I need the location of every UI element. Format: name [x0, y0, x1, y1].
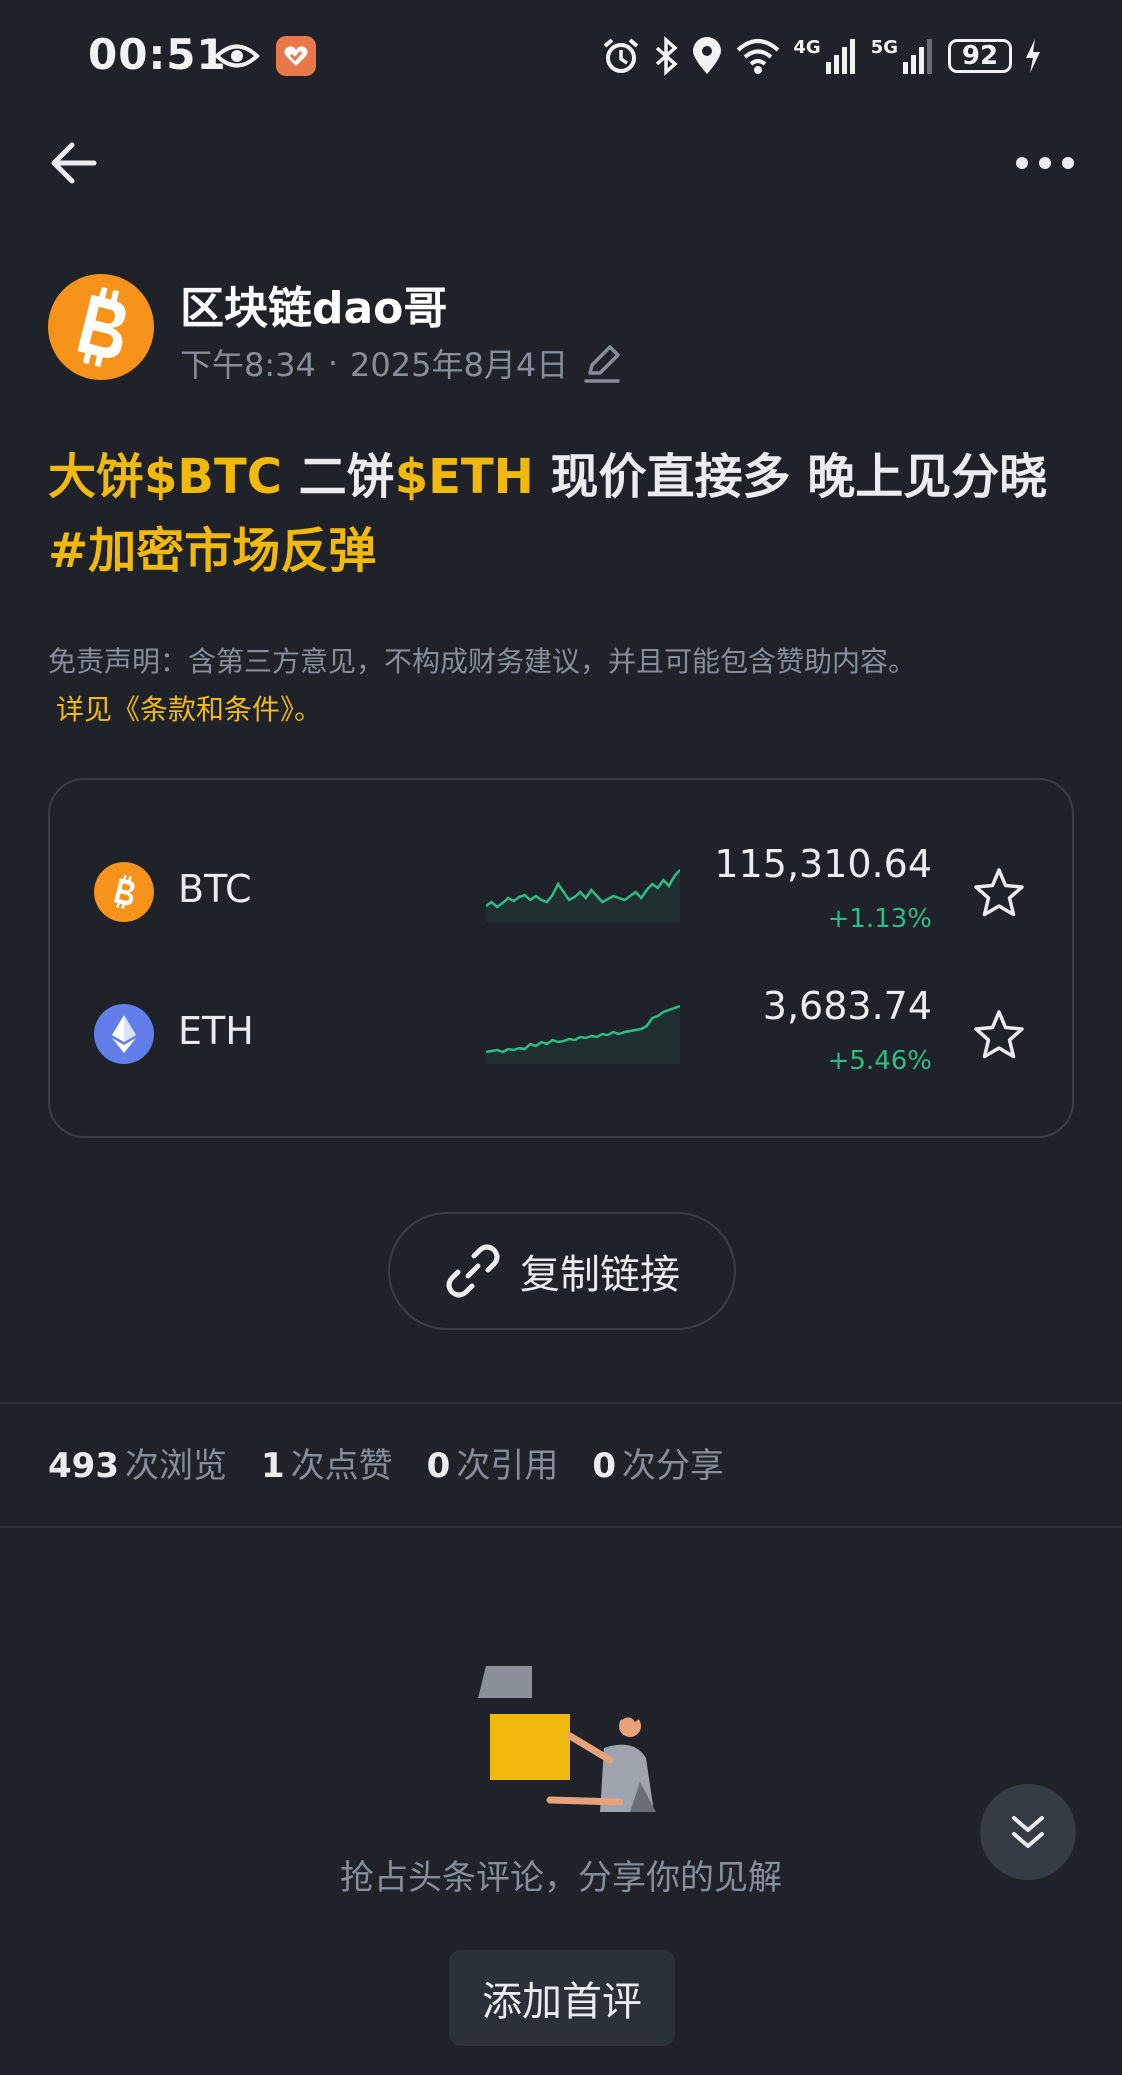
- post-segment-eth[interactable]: $ETH: [395, 449, 534, 505]
- post-segment-text: 二饼: [281, 449, 395, 505]
- author-avatar[interactable]: [48, 274, 154, 380]
- disclaimer-suffix: 。: [294, 693, 323, 726]
- stat-label: 次点赞: [290, 1446, 393, 1486]
- battery-level: 92: [961, 41, 999, 71]
- empty-comments-text: 抢占头条评论，分享你的见解: [340, 1858, 782, 1898]
- back-button[interactable]: [46, 138, 102, 188]
- network-5g-label: 5G: [870, 36, 898, 58]
- post-meta: 下午8:34 · 2025年8月4日: [180, 340, 624, 386]
- add-first-comment-button[interactable]: 添加首评: [449, 1950, 675, 2046]
- post-segment-btc[interactable]: 大饼$BTC: [48, 449, 282, 505]
- post-date: 2025年8月4日: [350, 346, 569, 384]
- sparkline-area: [486, 1006, 680, 1064]
- stat-shares: 0 次分享: [592, 1438, 724, 1487]
- link-icon: [446, 1244, 500, 1298]
- post-content: 大饼$BTC 二饼$ETH 现价直接多 晚上见分晓 #加密市场反弹: [48, 440, 1078, 588]
- coin-row-eth[interactable]: ETH 3,683.74 +5.46%: [50, 974, 1072, 1094]
- scroll-down-button[interactable]: [980, 1784, 1076, 1880]
- market-card: BTC 115,310.64 +1.13% ETH 3,683.74 +5.46…: [48, 778, 1074, 1138]
- signal-4g-icon: [825, 39, 855, 74]
- coin-price: 3,683.74: [762, 984, 932, 1028]
- author-name[interactable]: 区块链dao哥: [180, 272, 447, 336]
- eye-icon: [214, 44, 260, 68]
- bitcoin-icon: [94, 862, 154, 922]
- coin-price: 115,310.64: [714, 842, 932, 886]
- copy-link-button[interactable]: 复制链接: [388, 1212, 736, 1330]
- status-right-icons: 4G 5G 92: [601, 36, 1042, 76]
- post-segment-text: 现价直接多 晚上见分晓: [533, 449, 1048, 505]
- ethereum-icon: [94, 1004, 154, 1064]
- post-time: 下午8:34: [180, 346, 316, 384]
- stat-label: 次浏览: [124, 1446, 227, 1486]
- network-4g-label: 4G: [793, 36, 821, 58]
- stat-number: 0: [592, 1446, 616, 1486]
- disclaimer: 免责声明：含第三方意见，不构成财务建议，并且可能包含赞助内容。 详见《条款和条件…: [48, 638, 1078, 734]
- favorite-star-icon[interactable]: [972, 866, 1026, 920]
- empty-comments-illustration: [478, 1666, 656, 1812]
- charging-icon: [1026, 39, 1040, 73]
- coin-change: +5.46%: [827, 1046, 932, 1076]
- status-time: 00:51: [88, 30, 227, 79]
- stat-number: 0: [426, 1446, 451, 1486]
- disclaimer-text: 免责声明：含第三方意见，不构成财务建议，并且可能包含赞助内容。: [48, 645, 917, 678]
- btc-sparkline: [486, 869, 680, 922]
- more-dots-icon: [1016, 157, 1074, 169]
- divider: [0, 1402, 1122, 1404]
- more-options-button[interactable]: [1014, 148, 1076, 178]
- wifi-icon: [737, 39, 780, 74]
- stat-quotes: 0 次引用: [427, 1438, 559, 1487]
- signal-5g-icon: [903, 39, 932, 74]
- stat-views: 493 次浏览: [48, 1438, 227, 1487]
- coin-symbol: BTC: [178, 867, 252, 911]
- app-notification-icon: [276, 36, 316, 76]
- stat-number: 493: [48, 1446, 119, 1486]
- favorite-star-icon[interactable]: [972, 1008, 1026, 1062]
- post-stats: 493 次浏览 1 次点赞 0 次引用 0 次分享: [48, 1438, 724, 1487]
- divider: [0, 1526, 1122, 1528]
- coin-change: +1.13%: [827, 904, 932, 934]
- bitcoin-logo-icon: [77, 286, 126, 368]
- coin-symbol: ETH: [178, 1009, 254, 1053]
- location-icon: [693, 37, 722, 74]
- meta-separator: ·: [327, 344, 339, 382]
- edit-pencil-icon: [584, 345, 620, 383]
- coin-row-btc[interactable]: BTC 115,310.64 +1.13%: [50, 832, 1072, 952]
- stat-number: 1: [260, 1446, 285, 1486]
- bluetooth-icon: [656, 36, 679, 76]
- terms-link[interactable]: 详见《条款和条件》: [48, 693, 294, 726]
- back-arrow-icon: [51, 142, 97, 184]
- double-chevron-down-icon: [1012, 1816, 1044, 1848]
- battery-indicator: 92: [948, 39, 1012, 73]
- stat-label: 次分享: [622, 1446, 724, 1486]
- alarm-icon: [604, 38, 639, 73]
- post-hashtag[interactable]: #加密市场反弹: [48, 523, 376, 579]
- stat-likes: 1 次点赞: [261, 1438, 393, 1487]
- status-left-icons: [214, 36, 316, 76]
- eth-sparkline: [486, 1004, 680, 1064]
- stat-label: 次引用: [456, 1446, 559, 1486]
- copy-link-label: 复制链接: [520, 1252, 680, 1298]
